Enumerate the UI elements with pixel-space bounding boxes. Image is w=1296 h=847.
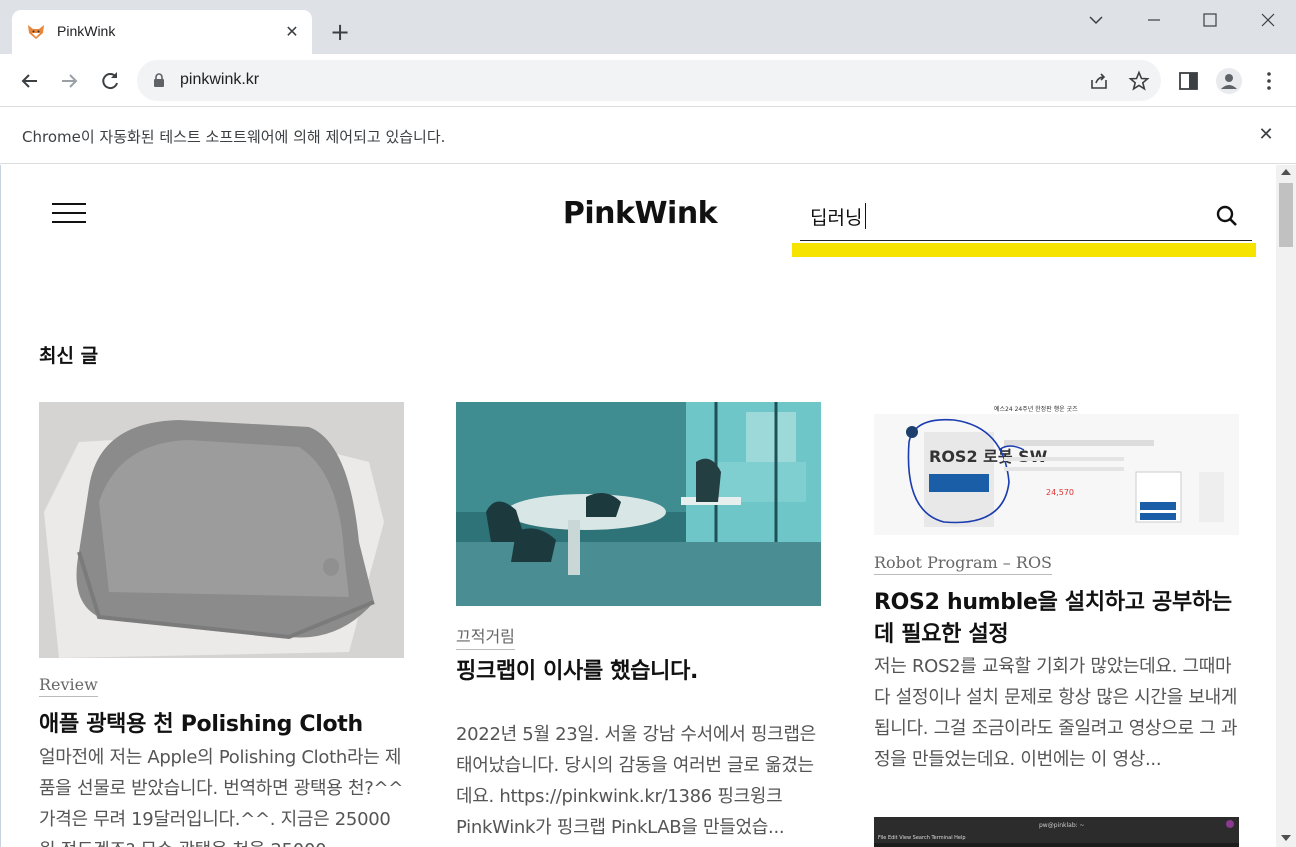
post-thumbnail[interactable]: pw@pinklab: ~ File Edit View Search Term… [874, 817, 1239, 847]
forward-arrow-icon[interactable] [55, 67, 83, 95]
post-category[interactable]: 끄적거림 [456, 623, 515, 650]
scrollbar[interactable] [1276, 165, 1296, 847]
lock-icon[interactable] [153, 73, 165, 87]
bookmark-star-icon[interactable] [1128, 70, 1150, 92]
post-category[interactable]: Robot Program – ROS [874, 553, 1053, 575]
page-viewport: PinkWink 최신 글 Review 애플 광택용 천 Polishing … [0, 165, 1296, 847]
text-caret [865, 203, 866, 229]
tab-search-chevron-icon[interactable] [1076, 6, 1116, 34]
search-icon[interactable] [1215, 204, 1239, 228]
polishing-cloth-image [39, 402, 404, 658]
thumb-terminal-title: pw@pinklab: ~ [1039, 822, 1085, 829]
post-thumbnail[interactable]: 예스24 24주년 한정판 행운 굿즈 ROS2 로봇 SW 24,570 [874, 402, 1239, 535]
post-title[interactable]: 애플 광택용 천 Polishing Cloth [39, 709, 409, 741]
url-text[interactable]: pinkwink.kr [180, 71, 259, 89]
scroll-down-icon[interactable] [1281, 835, 1291, 841]
thumb-book-text: ROS2 로봇 SW [929, 447, 1048, 466]
side-panel-icon[interactable] [1176, 68, 1202, 94]
profile-avatar-icon[interactable] [1216, 68, 1242, 94]
more-menu-icon[interactable] [1256, 68, 1282, 94]
back-arrow-icon[interactable] [16, 67, 44, 95]
new-tab-button[interactable]: + [326, 18, 354, 46]
search-input[interactable] [810, 199, 1200, 233]
browser-toolbar: pinkwink.kr [0, 54, 1296, 107]
terminal-screenshot-image: pw@pinklab: ~ File Edit View Search Term… [874, 817, 1239, 847]
reload-icon[interactable] [96, 67, 124, 95]
browser-tab[interactable]: PinkWink ✕ [12, 10, 312, 54]
site-title[interactable]: PinkWink [560, 196, 720, 231]
scroll-up-icon[interactable] [1281, 169, 1291, 175]
fox-favicon-icon [28, 25, 44, 39]
infobar-close-icon[interactable]: ✕ [1256, 125, 1276, 145]
search-box[interactable] [800, 195, 1252, 241]
post-title[interactable]: 핑크랩이 이사를 했습니다. [456, 656, 826, 688]
post-excerpt: 저는 ROS2를 교육할 기회가 많았는데요. 그때마다 설정이나 설치 문제로… [874, 656, 1238, 770]
book-page-screenshot-image: 예스24 24주년 한정판 행운 굿즈 ROS2 로봇 SW 24,570 [874, 402, 1239, 535]
scroll-thumb[interactable] [1279, 183, 1293, 247]
address-bar[interactable]: pinkwink.kr [137, 60, 1161, 101]
section-title: 최신 글 [39, 345, 99, 367]
post-title[interactable]: ROS2 humble을 설치하고 공부하는데 필요한 설정 [874, 587, 1239, 651]
maximize-icon[interactable] [1190, 6, 1230, 34]
minimize-icon[interactable] [1134, 6, 1174, 34]
viewport-edge [0, 165, 1, 847]
post-category[interactable]: Review [39, 675, 98, 697]
post-excerpt: 얼마전에 저는 Apple의 Polishing Cloth라는 제품을 선물로… [39, 747, 404, 847]
hamburger-menu-icon[interactable] [52, 203, 86, 225]
thumb-price-text: 24,570 [1046, 488, 1074, 497]
close-window-icon[interactable] [1248, 6, 1288, 34]
share-icon[interactable] [1088, 70, 1110, 92]
post-thumbnail[interactable] [456, 402, 821, 606]
thumb-banner-text: 예스24 24주년 한정판 행운 굿즈 [994, 405, 1078, 413]
thumb-terminal-menu: File Edit View Search Terminal Help [878, 835, 966, 841]
automation-infobar: Chrome이 자동화된 테스트 소프트웨어에 의해 제어되고 있습니다. ✕ [0, 108, 1296, 164]
search-highlight-bar [792, 243, 1256, 257]
office-room-image [456, 402, 821, 606]
infobar-message: Chrome이 자동화된 테스트 소프트웨어에 의해 제어되고 있습니다. [22, 128, 446, 146]
close-tab-icon[interactable]: ✕ [282, 22, 302, 42]
post-thumbnail[interactable] [39, 402, 404, 658]
tab-strip: PinkWink ✕ + [0, 0, 1296, 54]
tab-title: PinkWink [57, 23, 116, 39]
post-excerpt: 2022년 5월 23일. 서울 강남 수서에서 핑크랩은 태어났습니다. 당시… [456, 724, 816, 838]
